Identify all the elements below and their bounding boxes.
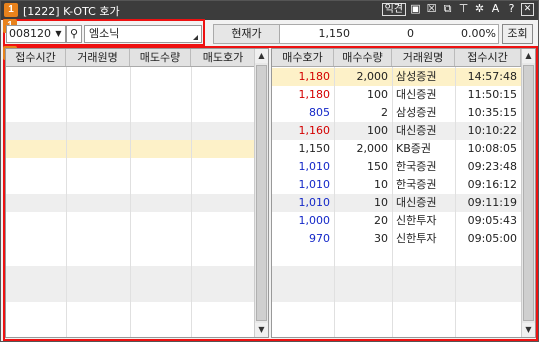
buy-col-time[interactable]: 접수시간 — [455, 49, 521, 66]
scroll-down-icon[interactable]: ▼ — [255, 323, 268, 337]
current-price-label: 현재가 — [214, 25, 280, 43]
table-row[interactable]: 1,150 2,000 KB증권 10:08:05 — [272, 140, 521, 158]
buy-broker-cell: 대신증권 — [396, 88, 437, 101]
buy-qty-cell: 2,000 — [356, 142, 389, 155]
buy-time-cell: 10:10:22 — [467, 124, 517, 137]
pin-icon[interactable]: ⊤ — [457, 3, 470, 16]
buy-price-cell: 1,010 — [298, 160, 331, 173]
settings-icon[interactable]: ✲ — [473, 3, 486, 16]
chevron-down-icon[interactable]: ▼ — [53, 27, 64, 41]
scroll-thumb[interactable] — [523, 65, 534, 321]
copy-icon[interactable]: ⧉ — [441, 3, 454, 16]
table-row[interactable]: 1,010 10 한국증권 09:16:12 — [272, 176, 521, 194]
buy-col-broker[interactable]: 거래원명 — [392, 49, 455, 66]
sell-scrollbar[interactable]: ▲ ▼ — [254, 49, 268, 337]
buy-qty-cell: 100 — [367, 124, 388, 137]
buy-broker-cell: 한국증권 — [396, 160, 437, 173]
buy-broker-cell: 삼성증권 — [396, 106, 437, 119]
buy-price-cell: 1,180 — [298, 88, 331, 101]
buy-broker-cell: 대신증권 — [396, 124, 437, 137]
buy-time-cell: 14:57:48 — [467, 70, 517, 83]
scroll-thumb[interactable] — [256, 65, 267, 321]
current-price-value: 1,150 — [318, 27, 351, 40]
buy-price-cell: 1,150 — [298, 142, 331, 155]
buy-orders-table: 매수호가 매수수량 거래원명 접수시간 1,180 2,000 삼성증권 14:57:… — [271, 48, 536, 338]
buy-qty-cell: 2 — [381, 106, 388, 119]
sell-col-time[interactable]: 접수시간 — [6, 49, 66, 66]
buy-price-cell: 1,010 — [298, 196, 331, 209]
buy-time-cell: 10:08:05 — [467, 142, 517, 155]
close-icon[interactable]: ✕ — [521, 3, 534, 16]
sell-col-broker[interactable]: 거래원명 — [66, 49, 130, 66]
buy-qty-cell: 100 — [367, 88, 388, 101]
sell-col-price[interactable]: 매도호가 — [191, 49, 256, 66]
resize-corner-icon — [193, 35, 198, 40]
table-row[interactable]: 1,010 10 대신증권 09:11:19 — [272, 194, 521, 212]
buy-broker-cell: 삼성증권 — [396, 70, 437, 83]
buy-qty-cell: 30 — [374, 232, 388, 245]
query-button[interactable]: 조회 — [502, 24, 533, 44]
price-panel: 현재가 1,150 0 0.00% — [213, 24, 499, 44]
buy-broker-cell: 신한투자 — [396, 232, 437, 245]
buy-time-cell: 09:05:43 — [467, 214, 517, 227]
buy-time-cell: 09:16:12 — [467, 178, 517, 191]
buy-price-cell: 1,010 — [298, 178, 331, 191]
window-title: [1222] K-OTC 호가 — [23, 5, 120, 18]
buy-broker-cell: KB증권 — [396, 142, 431, 155]
help-icon[interactable]: ? — [505, 3, 518, 16]
buy-price-cell: 970 — [309, 232, 330, 245]
buy-price-cell: 1,000 — [298, 214, 331, 227]
buy-qty-cell: 10 — [374, 178, 388, 191]
table-row[interactable]: 1,000 20 신한투자 09:05:43 — [272, 212, 521, 230]
buy-time-cell: 09:23:48 — [467, 160, 517, 173]
table-row[interactable]: 1,160 100 대신증권 10:10:22 — [272, 122, 521, 140]
empty-row — [272, 284, 521, 302]
price-change-rate: 0.00% — [461, 27, 496, 40]
buy-table-header: 매수호가 매수수량 거래원명 접수시간 — [272, 49, 521, 67]
save-icon[interactable]: ▣ — [409, 3, 422, 16]
table-row[interactable]: 1,010 150 한국증권 09:23:48 — [272, 158, 521, 176]
scroll-up-icon[interactable]: ▲ — [522, 49, 535, 63]
buy-col-qty[interactable]: 매수수량 — [334, 49, 392, 66]
table-row[interactable]: 1,180 2,000 삼성증권 14:57:48 — [272, 68, 521, 86]
buy-price-cell: 805 — [309, 106, 330, 119]
buy-broker-cell: 신한투자 — [396, 214, 437, 227]
scroll-up-icon[interactable]: ▲ — [255, 49, 268, 63]
buy-qty-cell: 10 — [374, 196, 388, 209]
search-icon[interactable]: ⚲ — [66, 25, 82, 43]
scroll-down-icon[interactable]: ▼ — [522, 323, 535, 337]
buy-price-cell: 1,180 — [298, 70, 331, 83]
hoga-window: 1 [1222] K-OTC 호가 익견 ▣ ☒ ⧉ ⊤ ✲ A ? ✕ 1 0… — [0, 0, 539, 342]
buy-time-cell: 09:11:19 — [467, 196, 517, 209]
stock-name-field[interactable]: 엠소닉 — [84, 25, 202, 43]
empty-row — [272, 266, 521, 284]
buy-price-cell: 1,160 — [298, 124, 331, 137]
title-bar: 1 [1222] K-OTC 호가 익견 ▣ ☒ ⧉ ⊤ ✲ A ? ✕ — [1, 1, 538, 20]
window-icon[interactable]: ☒ — [425, 3, 438, 16]
window-badge: 1 — [4, 3, 18, 17]
buy-col-price[interactable]: 매수호가 — [272, 49, 334, 66]
font-icon[interactable]: A — [489, 3, 502, 16]
table-row[interactable]: 1,180 100 대신증권 11:50:15 — [272, 86, 521, 104]
title-toolbar: 익견 ▣ ☒ ⧉ ⊤ ✲ A ? ✕ — [381, 3, 534, 16]
buy-qty-cell: 150 — [367, 160, 388, 173]
buy-scrollbar[interactable]: ▲ ▼ — [521, 49, 535, 337]
sell-orders-table: 접수시간 거래원명 매도수량 매도호가 ▲ ▼ — [5, 48, 269, 338]
table-row[interactable]: 805 2 삼성증권 10:35:15 — [272, 104, 521, 122]
buy-time-cell: 10:35:15 — [467, 106, 517, 119]
buy-time-cell: 11:50:15 — [467, 88, 517, 101]
buy-time-cell: 09:05:00 — [467, 232, 517, 245]
price-change-value: 0 — [407, 27, 414, 40]
table-row[interactable]: 970 30 신한투자 09:05:00 — [272, 230, 521, 248]
buy-qty-cell: 20 — [374, 214, 388, 227]
sell-table-header: 접수시간 거래원명 매도수량 매도호가 — [6, 49, 256, 67]
buy-broker-cell: 대신증권 — [396, 196, 437, 209]
opinion-link[interactable]: 익견 — [381, 3, 406, 16]
buy-broker-cell: 한국증권 — [396, 178, 437, 191]
sell-col-qty[interactable]: 매도수량 — [130, 49, 191, 66]
buy-qty-cell: 2,000 — [356, 70, 389, 83]
